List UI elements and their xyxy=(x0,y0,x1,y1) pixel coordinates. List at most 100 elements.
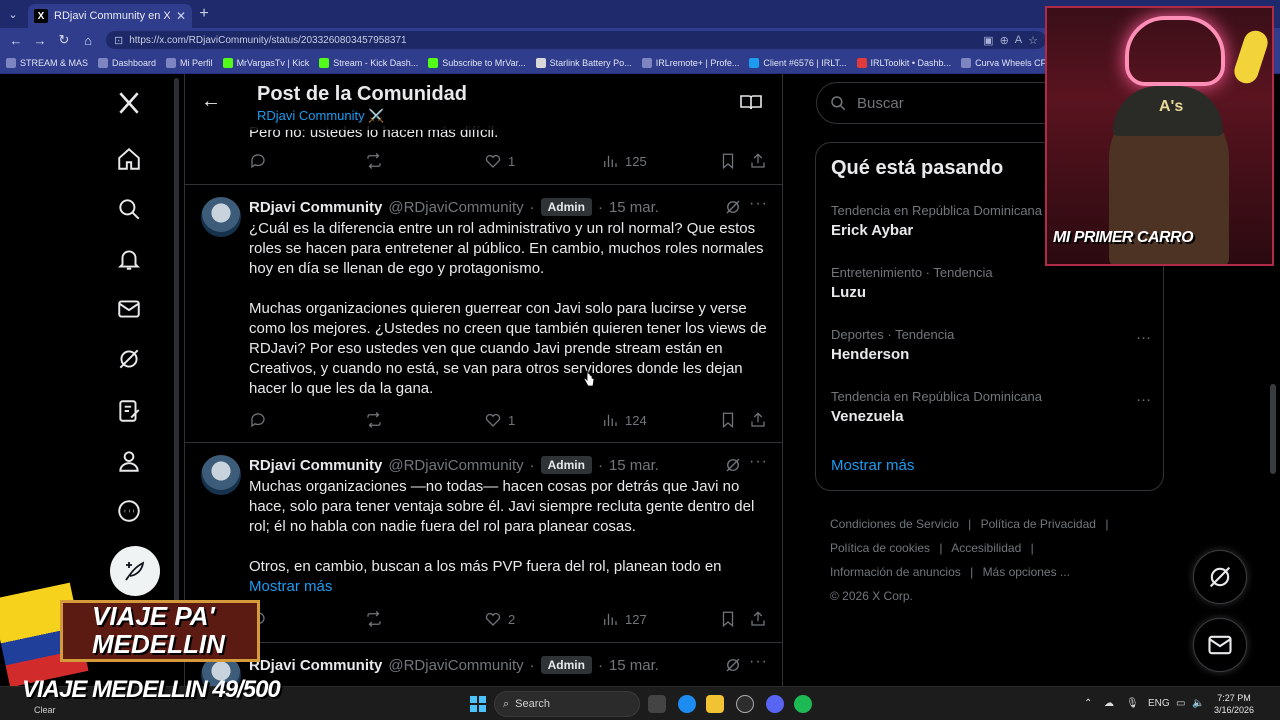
compose-post-button[interactable] xyxy=(110,546,160,596)
footer-link[interactable]: Condiciones de Servicio xyxy=(830,517,959,531)
page-scrollbar[interactable] xyxy=(1270,384,1276,474)
repost-button[interactable] xyxy=(365,610,383,628)
weather-widget[interactable]: Clear xyxy=(34,705,56,715)
tweet[interactable]: RDjavi Community @RDjaviCommunity · Admi… xyxy=(185,185,782,443)
bookmark-button[interactable] xyxy=(719,152,737,170)
trend-more-icon[interactable]: ··· xyxy=(1136,391,1151,408)
show-more-link[interactable]: Mostrar más xyxy=(249,577,769,597)
bookmark-button[interactable] xyxy=(719,610,737,628)
reader-mode-icon[interactable] xyxy=(740,94,762,110)
app-icon[interactable] xyxy=(736,695,754,713)
tab-close-icon[interactable]: ✕ xyxy=(176,9,186,23)
forward-icon[interactable]: → xyxy=(30,30,50,50)
windows-start-icon[interactable] xyxy=(470,696,486,712)
home-nav-icon[interactable] xyxy=(114,144,144,174)
reply-button[interactable] xyxy=(249,411,267,429)
messages-mail-icon[interactable] xyxy=(114,294,144,324)
network-icon[interactable]: ▭ xyxy=(1176,698,1185,709)
zoom-icon[interactable]: ⊕ xyxy=(1000,34,1009,47)
grok-floating-button[interactable] xyxy=(1193,550,1247,604)
author-name[interactable]: RDjavi Community xyxy=(249,457,382,474)
footer-more-options[interactable]: Más opciones ... xyxy=(983,565,1070,579)
address-bar[interactable]: ⊡ https://x.com/RDjaviCommunity/status/2… xyxy=(106,31,1046,49)
avatar[interactable] xyxy=(201,455,241,495)
author-name[interactable]: RDjavi Community xyxy=(249,199,382,216)
bookmark-item[interactable]: Starlink Battery Po... xyxy=(535,57,632,68)
tweet-date[interactable]: 15 mar. xyxy=(609,457,659,474)
bookmark-button[interactable] xyxy=(719,411,737,429)
more-options-icon[interactable]: ··· xyxy=(749,195,768,213)
taskbar-clock[interactable]: 7:27 PM 3/16/2026 xyxy=(1210,692,1258,716)
grok-icon[interactable] xyxy=(724,198,742,216)
messages-floating-button[interactable] xyxy=(1193,618,1247,672)
tweet[interactable]: RDjavi Community @RDjaviCommunity · Admi… xyxy=(185,443,782,643)
trend-item[interactable]: Tendencia en República Dominicana Venezu… xyxy=(831,389,1151,425)
repost-button[interactable] xyxy=(365,411,383,429)
like-button[interactable]: 2 xyxy=(484,610,515,628)
language-indicator[interactable]: ENG xyxy=(1148,698,1170,709)
task-view-icon[interactable] xyxy=(648,695,666,713)
new-tab-button[interactable]: + xyxy=(192,5,216,23)
grok-icon[interactable] xyxy=(724,656,742,674)
taskbar-search[interactable]: ⌕ Search xyxy=(494,691,640,717)
grok-icon[interactable] xyxy=(114,344,144,374)
bookmark-item[interactable]: Subscribe to MrVar... xyxy=(428,57,526,68)
community-link[interactable]: RDjavi Community ⚔️ xyxy=(257,108,384,124)
tray-app-icon[interactable]: ☁ xyxy=(1104,698,1114,709)
bookmark-item[interactable]: MrVargasTv | Kick xyxy=(222,57,309,68)
explore-search-icon[interactable] xyxy=(114,194,144,224)
bookmark-item[interactable]: Client #6576 | IRLT... xyxy=(749,57,847,68)
bookmark-item[interactable]: STREAM & MAS xyxy=(6,57,88,68)
footer-link[interactable]: Política de Privacidad xyxy=(981,517,1096,531)
like-button[interactable]: 1 xyxy=(484,152,515,170)
share-button[interactable] xyxy=(749,610,767,628)
read-aloud-icon[interactable]: A xyxy=(1015,34,1022,46)
volume-icon[interactable]: 🔈 xyxy=(1192,698,1204,709)
reply-button[interactable] xyxy=(249,152,267,170)
more-circle-icon[interactable] xyxy=(114,496,144,526)
file-explorer-icon[interactable] xyxy=(706,695,724,713)
discord-icon[interactable] xyxy=(766,695,784,713)
tray-chevron-icon[interactable]: ⌃ xyxy=(1084,698,1092,709)
trend-item[interactable]: Entretenimiento · Tendencia Luzu xyxy=(831,265,1151,301)
footer-link[interactable]: Información de anuncios xyxy=(830,565,961,579)
share-button[interactable] xyxy=(749,152,767,170)
edge-icon[interactable] xyxy=(678,695,696,713)
share-button[interactable] xyxy=(749,411,767,429)
back-arrow-icon[interactable]: ← xyxy=(201,90,221,113)
grok-icon[interactable] xyxy=(724,456,742,474)
favorite-star-icon[interactable]: ☆ xyxy=(1028,34,1038,47)
tab-list-chevron-icon[interactable]: ⌄ xyxy=(0,0,26,28)
avatar[interactable] xyxy=(201,197,241,237)
views-button[interactable]: 124 xyxy=(601,411,647,429)
like-button[interactable]: 1 xyxy=(484,411,515,429)
bookmark-item[interactable]: Stream - Kick Dash... xyxy=(319,57,418,68)
bookmark-item[interactable]: Dashboard xyxy=(98,57,156,68)
views-button[interactable]: 127 xyxy=(601,610,647,628)
views-button[interactable]: 125 xyxy=(601,152,647,170)
x-logo-icon[interactable] xyxy=(114,88,144,118)
author-handle[interactable]: @RDjaviCommunity xyxy=(388,199,523,216)
microphone-icon[interactable]: 🎙 xyxy=(1126,698,1139,709)
browser-tab-active[interactable]: X RDjavi Community en X: "La gente ✕ xyxy=(28,4,192,28)
tweet-date[interactable]: 15 mar. xyxy=(609,657,659,674)
back-icon[interactable]: ← xyxy=(6,30,26,50)
tweet-date[interactable]: 15 mar. xyxy=(609,199,659,216)
left-scrollbar[interactable] xyxy=(174,78,179,603)
more-options-icon[interactable]: ··· xyxy=(749,453,768,471)
footer-link[interactable]: Accesibilidad xyxy=(951,541,1021,555)
bookmark-item[interactable]: IRLremote+ | Profe... xyxy=(641,57,739,68)
show-more-trends-link[interactable]: Mostrar más xyxy=(831,457,914,474)
spotify-icon[interactable] xyxy=(794,695,812,713)
bookmark-item[interactable]: Mi Perfil xyxy=(166,57,213,68)
notifications-bell-icon[interactable] xyxy=(114,244,144,274)
trend-item[interactable]: Deportes · Tendencia Henderson ··· xyxy=(831,327,1151,363)
repost-button[interactable] xyxy=(365,152,383,170)
author-handle[interactable]: @RDjaviCommunity xyxy=(388,657,523,674)
author-handle[interactable]: @RDjaviCommunity xyxy=(388,457,523,474)
site-info-icon[interactable]: ⊡ xyxy=(114,34,123,47)
reload-icon[interactable]: ↻ xyxy=(54,30,74,50)
author-name[interactable]: RDjavi Community xyxy=(249,657,382,674)
profile-icon[interactable] xyxy=(114,446,144,476)
trend-more-icon[interactable]: ··· xyxy=(1136,329,1151,346)
